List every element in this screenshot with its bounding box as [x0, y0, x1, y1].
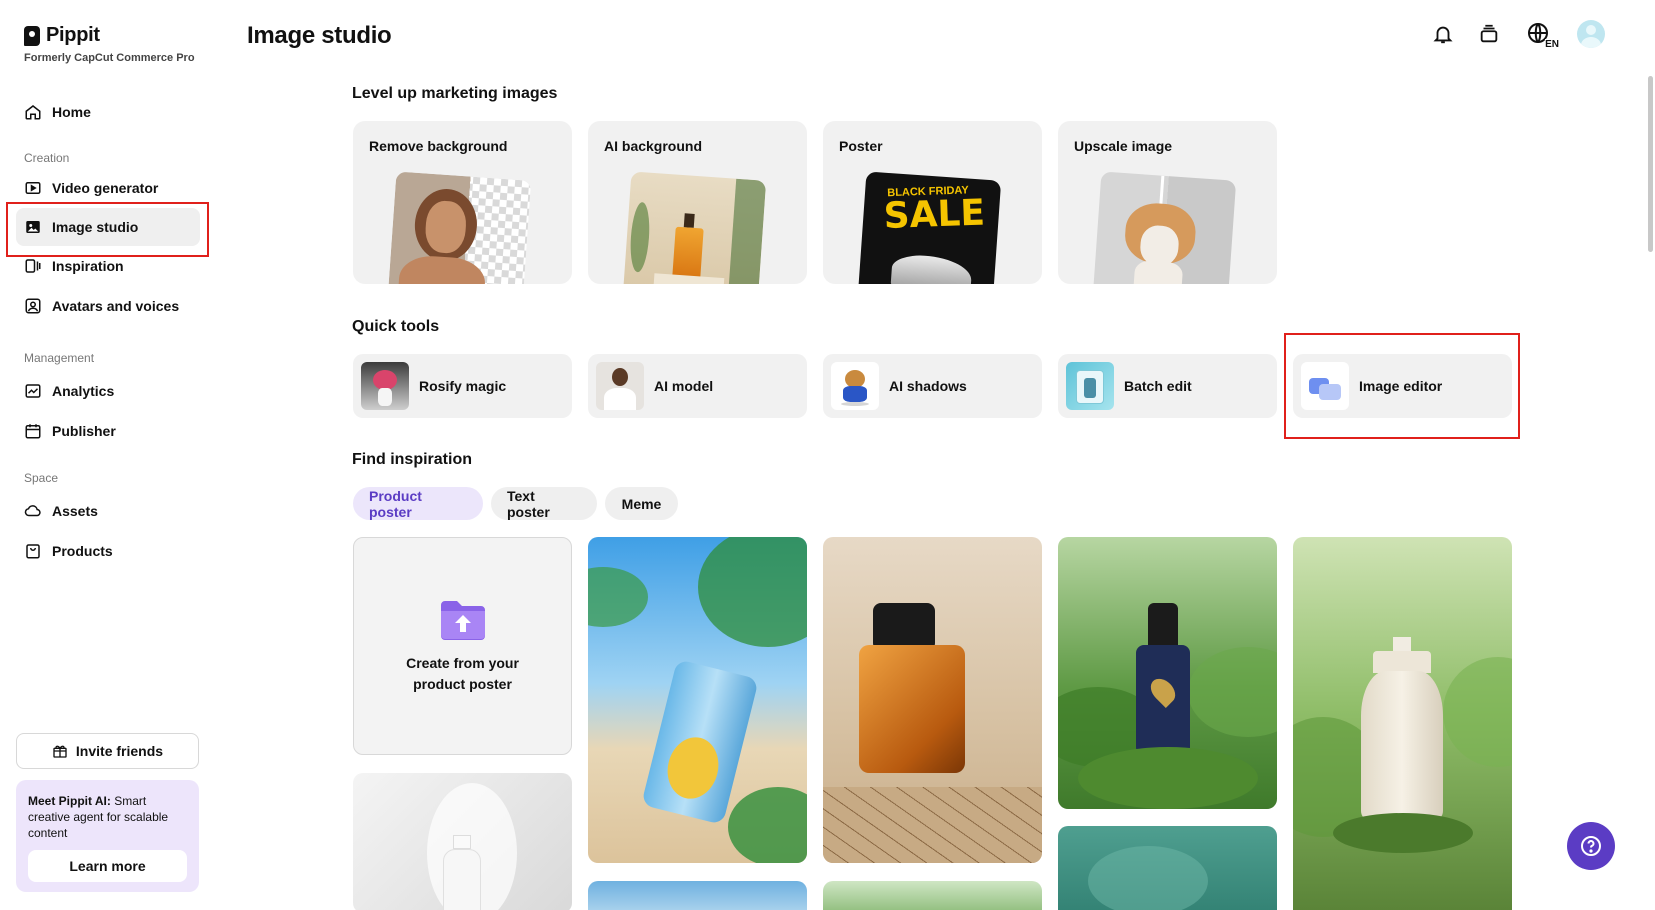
upscale-image-card[interactable]: Upscale image — [1058, 121, 1277, 284]
batch-edit-thumbnail — [1066, 362, 1114, 410]
sidebar-section-creation: Creation — [24, 151, 70, 165]
inspiration-tile-leaves[interactable] — [823, 881, 1042, 910]
language-globe-icon[interactable]: EN — [1523, 22, 1559, 50]
cloud-icon — [24, 505, 41, 517]
page-scrollbar[interactable] — [1648, 76, 1653, 252]
ai-background-preview — [622, 171, 767, 284]
poster-card[interactable]: Poster BLACK FRIDAY SALE — [823, 121, 1042, 284]
avatar-icon — [25, 298, 41, 314]
promo-bold: Meet Pippit AI: — [28, 794, 111, 808]
create-from-product-poster[interactable]: Create from your product poster — [353, 537, 572, 755]
video-generator-icon — [25, 182, 41, 194]
marketing-section-title: Level up marketing images — [352, 85, 558, 102]
sidebar: Pippit Formerly CapCut Commerce Pro Home… — [0, 0, 210, 910]
sidebar-item-products[interactable]: Products — [16, 532, 200, 570]
learn-more-button[interactable]: Learn more — [28, 850, 187, 882]
card-label: Upscale image — [1074, 138, 1173, 154]
help-question-icon — [1581, 836, 1601, 856]
poster-preview: BLACK FRIDAY SALE — [857, 171, 1002, 284]
upload-folder-icon — [440, 601, 485, 640]
sidebar-item-label: Video generator — [52, 180, 159, 196]
tool-label: AI model — [654, 378, 714, 394]
tool-label: AI shadows — [889, 378, 967, 394]
bag-icon — [26, 544, 40, 559]
subscription-stack-icon[interactable] — [1477, 22, 1501, 46]
notification-bell-icon[interactable] — [1431, 22, 1455, 46]
user-avatar[interactable] — [1577, 20, 1605, 48]
pippit-logo-icon — [24, 25, 40, 46]
upscale-image-preview — [1092, 171, 1237, 284]
promo-text: Meet Pippit AI: Smart creative agent for… — [28, 793, 187, 841]
find-inspiration-title: Find inspiration — [352, 451, 472, 468]
inspiration-tile-lotion-white[interactable] — [353, 773, 572, 910]
rosify-magic-thumbnail — [361, 362, 409, 410]
sidebar-item-home[interactable]: Home — [16, 93, 200, 131]
sidebar-item-label: Analytics — [52, 383, 115, 399]
sidebar-item-label: Avatars and voices — [52, 298, 180, 314]
poster-art-title: SALE — [882, 192, 986, 238]
card-label: Poster — [839, 138, 883, 154]
tool-ai-shadows[interactable]: AI shadows — [823, 354, 1042, 418]
tool-ai-model[interactable]: AI model — [588, 354, 807, 418]
home-icon — [25, 105, 41, 120]
highlight-image-studio — [6, 202, 209, 257]
ai-shadows-thumbnail — [831, 362, 879, 410]
invite-friends-button[interactable]: Invite friends — [16, 733, 199, 769]
sidebar-item-label: Products — [52, 543, 113, 559]
ai-background-card[interactable]: AI background — [588, 121, 807, 284]
gift-icon — [53, 745, 67, 758]
sidebar-item-label: Assets — [52, 503, 98, 519]
card-label: AI background — [604, 138, 703, 154]
brand-name: Pippit — [46, 24, 100, 46]
card-label: Remove background — [369, 138, 508, 154]
page-title: Image studio — [247, 22, 392, 49]
invite-friends-label: Invite friends — [75, 743, 164, 759]
inspiration-tile-teal[interactable] — [1058, 826, 1277, 910]
language-code: EN — [1545, 39, 1559, 50]
inspiration-icon — [25, 259, 41, 273]
inspiration-tile-pineapple-can[interactable] — [588, 537, 807, 863]
calendar-icon — [25, 424, 41, 439]
tab-product-poster[interactable]: Product poster — [353, 487, 483, 520]
tool-batch-edit[interactable]: Batch edit — [1058, 354, 1277, 418]
sidebar-item-analytics[interactable]: Analytics — [16, 372, 200, 410]
tool-label: Rosify magic — [419, 378, 507, 394]
brand-subtitle: Formerly CapCut Commerce Pro — [24, 52, 195, 64]
sidebar-section-management: Management — [24, 351, 95, 365]
tab-text-poster[interactable]: Text poster — [491, 487, 597, 520]
inspiration-tile-serum-bottle[interactable] — [1058, 537, 1277, 809]
create-label: Create from your product poster — [406, 655, 519, 692]
analytics-icon — [25, 384, 41, 398]
sidebar-item-assets[interactable]: Assets — [16, 492, 200, 530]
tool-label: Batch edit — [1124, 378, 1192, 394]
sidebar-item-label: Publisher — [52, 423, 116, 439]
remove-background-preview — [387, 171, 532, 284]
sidebar-item-avatars-and-voices[interactable]: Avatars and voices — [16, 287, 200, 325]
sidebar-section-space: Space — [24, 471, 59, 485]
inspiration-tile-amber-bottle[interactable] — [823, 537, 1042, 863]
sidebar-item-label: Home — [52, 104, 91, 120]
help-button[interactable] — [1567, 822, 1615, 870]
tool-rosify-magic[interactable]: Rosify magic — [353, 354, 572, 418]
remove-background-card[interactable]: Remove background — [353, 121, 572, 284]
tab-meme[interactable]: Meme — [605, 487, 678, 520]
brand-logo[interactable]: Pippit — [24, 24, 100, 47]
header-actions: EN — [1431, 20, 1605, 50]
highlight-image-editor — [1284, 333, 1520, 439]
pippit-ai-promo: Meet Pippit AI: Smart creative agent for… — [16, 780, 199, 892]
inspiration-tile-sky[interactable] — [588, 881, 807, 910]
sidebar-item-publisher[interactable]: Publisher — [16, 412, 200, 450]
sidebar-item-label: Inspiration — [52, 258, 124, 274]
quick-tools-title: Quick tools — [352, 318, 440, 335]
inspiration-tile-lotion-forest[interactable] — [1293, 537, 1512, 910]
ai-model-thumbnail — [596, 362, 644, 410]
